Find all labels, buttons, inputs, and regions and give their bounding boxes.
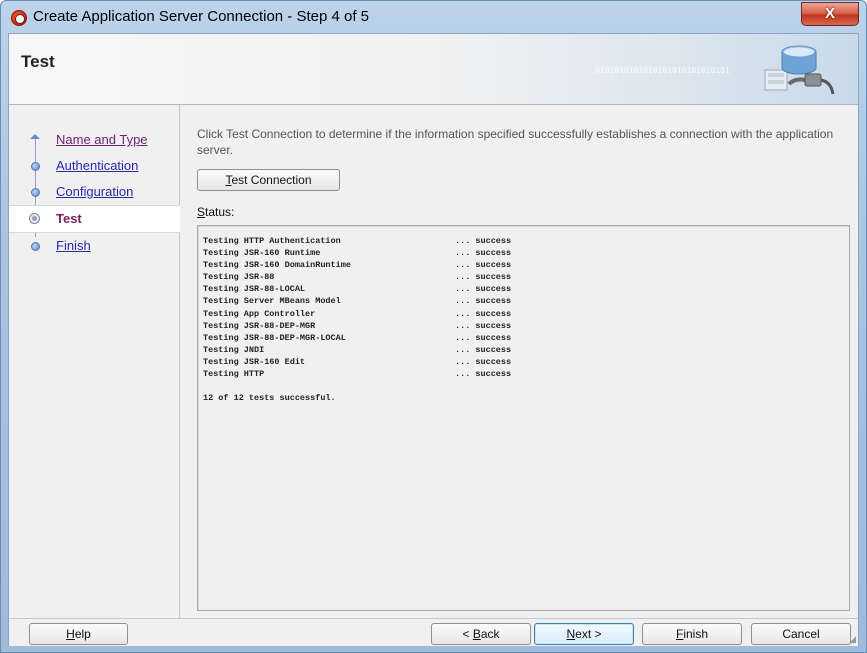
title-bar[interactable]: Create Application Server Connection - S… xyxy=(1,1,866,33)
app-icon xyxy=(11,10,27,26)
log-test: Testing JNDI xyxy=(203,344,265,355)
next-button[interactable]: Next > xyxy=(534,623,634,645)
wizard-header: Test 0101010101010101010101010101 xyxy=(9,34,858,105)
close-button[interactable]: X xyxy=(801,2,859,26)
log-test: Testing JSR-88-DEP-MGR-LOCAL xyxy=(203,332,346,343)
step-finish[interactable]: Finish xyxy=(9,233,180,259)
status-label-text: tatus: xyxy=(205,205,235,219)
log-test: Testing JSR-88-DEP-MGR xyxy=(203,320,316,331)
log-result: ... success xyxy=(455,248,512,259)
window-title: Create Application Server Connection - S… xyxy=(33,8,370,25)
step-bullet-icon xyxy=(31,188,40,197)
dialog-window: Create Application Server Connection - S… xyxy=(0,0,867,653)
step-link-finish[interactable]: Finish xyxy=(56,238,91,253)
database-plug-icon xyxy=(764,45,835,95)
log-result: ... success xyxy=(455,260,512,271)
log-line: Testing JSR-88 ... success xyxy=(203,271,849,283)
log-line: Testing JSR-160 DomainRuntime ... success xyxy=(203,259,849,271)
step-bullet-icon xyxy=(31,242,40,251)
button-label: ack xyxy=(480,627,500,641)
step-name-and-type[interactable]: Name and Type xyxy=(9,127,180,153)
log-result: ... success xyxy=(455,296,512,307)
log-result: ... success xyxy=(455,320,512,331)
log-test: Testing App Controller xyxy=(203,308,316,319)
step-link-authentication[interactable]: Authentication xyxy=(56,158,138,173)
page-title: Test xyxy=(21,52,55,71)
log-line: Testing App Controller ... success xyxy=(203,308,849,320)
log-test: Testing JSR-160 Runtime xyxy=(203,248,321,259)
mnemonic-letter: B xyxy=(472,627,481,641)
log-line: Testing JNDI ... success xyxy=(203,344,849,356)
wizard-content: Click Test Connection to determine if th… xyxy=(181,105,858,618)
step-configuration[interactable]: Configuration xyxy=(9,179,180,205)
log-line: Testing JSR-88-DEP-MGR ... success xyxy=(203,320,849,332)
log-test: Testing HTTP Authentication xyxy=(203,236,341,246)
back-button[interactable]: < Back xyxy=(431,623,531,645)
log-test: Testing JSR-160 DomainRuntime xyxy=(203,260,351,271)
test-connection-button[interactable]: Test Connection xyxy=(197,169,340,191)
log-result: ... success xyxy=(455,332,512,343)
current-step-icon xyxy=(29,213,40,224)
mnemonic-letter: N xyxy=(566,627,576,641)
steps-list: Name and Type Authentication Configurati… xyxy=(9,127,180,259)
log-test: Testing JSR-88-LOCAL xyxy=(203,284,306,295)
button-label: elp xyxy=(74,627,91,641)
mnemonic-letter: S xyxy=(197,205,206,219)
log-result: ... success xyxy=(455,308,512,319)
test-summary: 12 of 12 tests successful. xyxy=(203,393,336,404)
step-bullet-icon xyxy=(31,162,40,171)
step-link-name-and-type[interactable]: Name and Type xyxy=(56,132,148,147)
cancel-button[interactable]: Cancel xyxy=(751,623,851,645)
button-label: inish xyxy=(683,627,709,641)
close-icon: X xyxy=(824,5,835,22)
log-line: Testing HTTP ... success xyxy=(203,368,849,380)
help-button[interactable]: Help xyxy=(29,623,128,645)
instructions-text: Click Test Connection to determine if th… xyxy=(197,127,834,157)
step-link-configuration[interactable]: Configuration xyxy=(56,184,133,199)
log-line: Testing JSR-88-DEP-MGR-LOCAL ... success xyxy=(203,332,849,344)
log-line: Testing Server MBeans Model ... success xyxy=(203,295,849,307)
step-start-icon xyxy=(30,134,40,143)
log-test: Testing JSR-160 Edit xyxy=(203,356,306,367)
binary-decoration: 0101010101010101010101010101 xyxy=(595,66,730,75)
mnemonic-letter: H xyxy=(66,627,75,641)
log-line: Testing JSR-88-LOCAL ... success xyxy=(203,283,849,295)
wizard-footer: Help < Back Next > Finish Cancel ◢ xyxy=(9,618,858,646)
step-label-test: Test xyxy=(56,211,82,226)
button-label: ext > xyxy=(575,627,602,641)
step-test: Test xyxy=(9,205,180,233)
dialog-client: Test 0101010101010101010101010101 Name a… xyxy=(8,33,859,646)
status-output[interactable]: Testing HTTP Authentication ... success T… xyxy=(197,225,850,611)
log-test: Testing Server MBeans Model xyxy=(203,296,341,307)
log-result: ... success xyxy=(455,284,512,295)
log-line: Testing HTTP Authentication ... success xyxy=(203,235,849,247)
status-label: Status: xyxy=(197,205,234,219)
log-result: ... success xyxy=(455,344,512,355)
button-prefix: < xyxy=(462,627,473,641)
log-line: Testing JSR-160 Runtime ... success xyxy=(203,247,849,259)
log-result: ... success xyxy=(455,356,512,367)
resize-grip-icon[interactable]: ◢ xyxy=(849,634,856,645)
log-test: Testing JSR-88 xyxy=(203,272,275,283)
finish-button[interactable]: Finish xyxy=(642,623,742,645)
log-test: Testing HTTP xyxy=(203,369,265,380)
log-result: ... success xyxy=(455,369,512,380)
log-result: ... success xyxy=(455,236,512,246)
button-label: est Connection xyxy=(231,173,312,187)
log-line: Testing JSR-160 Edit ... success xyxy=(203,356,849,368)
wizard-steps-sidebar: Name and Type Authentication Configurati… xyxy=(9,105,180,618)
log-result: ... success xyxy=(455,272,512,283)
step-authentication[interactable]: Authentication xyxy=(9,153,180,179)
